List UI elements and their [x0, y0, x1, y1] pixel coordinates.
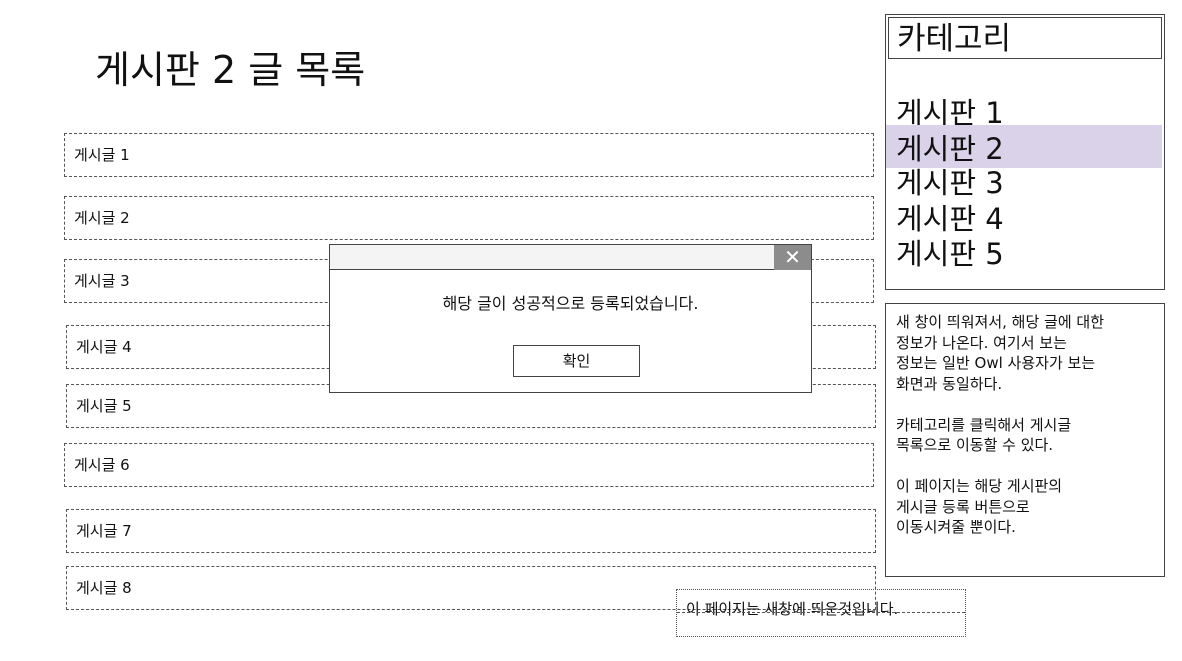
annotation-note: 새 창이 띄워져서, 해당 글에 대한 정보가 나온다. 여기서 보는 정보는 …: [885, 303, 1165, 577]
note-paragraph: 카테고리를 클릭해서 게시글 목록으로 이동할 수 있다.: [896, 415, 1072, 455]
post-title: 게시글 7: [76, 522, 132, 540]
post-row[interactable]: 게시글 6: [64, 443, 874, 487]
post-title: 게시글 8: [76, 579, 132, 597]
category-item-board-2[interactable]: 게시판 2: [886, 125, 1162, 168]
confirm-button[interactable]: 확인: [513, 345, 640, 377]
post-title: 게시글 3: [74, 272, 130, 290]
post-title: 게시글 6: [74, 456, 130, 474]
confirmation-dialog: ✕ 해당 글이 성공적으로 등록되었습니다. 확인: [329, 244, 812, 393]
post-row[interactable]: 게시글 2: [64, 196, 874, 240]
post-title: 게시글 2: [74, 209, 130, 227]
footer-note-text: 이 페이지는 새창에 띄운것입니다.: [686, 600, 899, 618]
category-item-board-5[interactable]: 게시판 5: [886, 236, 1162, 272]
dialog-titlebar: ✕: [330, 245, 811, 270]
post-title: 게시글 1: [74, 146, 130, 164]
page-title: 게시판 2 글 목록: [95, 48, 366, 92]
note-paragraph: 새 창이 띄워져서, 해당 글에 대한 정보가 나온다. 여기서 보는 정보는 …: [896, 313, 1105, 393]
post-title: 게시글 4: [76, 338, 132, 356]
dialog-message: 해당 글이 성공적으로 등록되었습니다.: [442, 294, 699, 313]
category-panel: 카테고리 게시판 1 게시판 2 게시판 3 게시판 4 게시판 5: [885, 14, 1165, 290]
footer-annotation: 이 페이지는 새창에 띄운것입니다.: [676, 589, 966, 637]
post-row[interactable]: 게시글 7: [66, 509, 876, 553]
post-title: 게시글 5: [76, 397, 132, 415]
category-item-board-3[interactable]: 게시판 3: [886, 165, 1162, 201]
category-item-board-4[interactable]: 게시판 4: [886, 201, 1162, 237]
strike-line: [677, 612, 965, 613]
category-header: 카테고리: [888, 17, 1162, 59]
note-paragraph: 이 페이지는 해당 게시판의 게시글 등록 버튼으로 이동시켜줄 뿐이다.: [896, 477, 1063, 536]
post-row[interactable]: 게시글 1: [64, 133, 874, 177]
close-icon[interactable]: ✕: [774, 245, 811, 270]
